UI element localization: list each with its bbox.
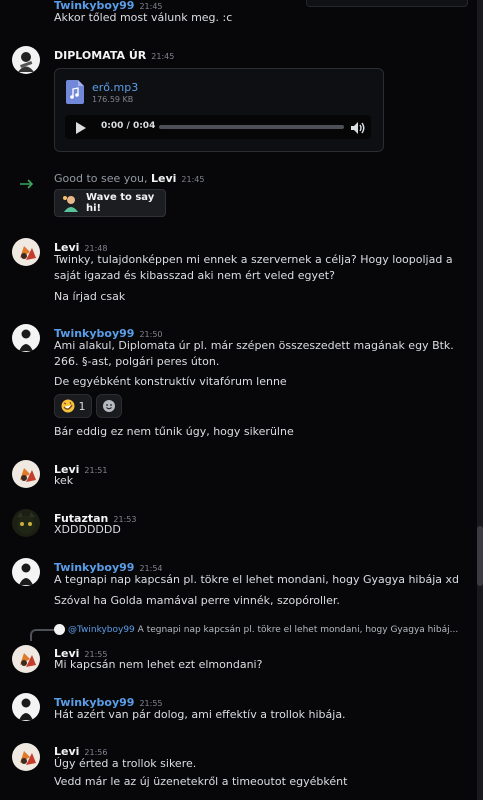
reaction-count: 1 (78, 399, 86, 413)
avatar[interactable] (12, 558, 40, 586)
audio-file-icon (66, 80, 84, 104)
reply-snippet: A tegnapi nap kapcsán pl. tökre el lehet… (137, 625, 459, 635)
system-text: Good to see you, (54, 172, 148, 185)
message-text: Bár eddig ez nem tűnik úgy, hogy sikerül… (54, 425, 294, 438)
attachment-filename[interactable]: erő.mp3 (92, 81, 138, 94)
audio-progress-track[interactable] (159, 125, 344, 129)
avatar[interactable] (12, 324, 40, 352)
wave-label: Wave to say hi! (86, 192, 155, 214)
reply-preview[interactable]: @Twinkyboy99 A tegnapi nap kapcsán pl. t… (54, 624, 474, 635)
system-message: Good to see you, Levi 21:45 (54, 172, 204, 185)
message-text: De egyébként konstruktív vitafórum lenne (54, 375, 287, 388)
message-text: A tegnapi nap kapcsán pl. tökre el lehet… (54, 573, 459, 586)
timestamp: 21:45 (151, 52, 175, 61)
add-reaction-button[interactable] (96, 394, 122, 418)
timestamp: 21:45 (181, 175, 205, 184)
message-text: Twinky, tulajdonképpen mi ennek a szerve… (54, 253, 453, 282)
timestamp: 21:51 (84, 466, 108, 475)
message-text: XDDDDDDD (54, 523, 121, 536)
wave-sticker-icon (61, 194, 81, 212)
rofl-emoji-icon (61, 399, 75, 413)
reply-user[interactable]: @Twinkyboy99 (68, 625, 135, 635)
attachment-size: 176.59 KB (92, 95, 134, 104)
partial-header-bar (306, 0, 468, 7)
reply-avatar (54, 624, 65, 635)
wave-button[interactable]: Wave to say hi! (54, 189, 166, 217)
message-text: Szóval ha Golda mamával perre vinnék, sz… (54, 594, 340, 607)
reply-connector (30, 629, 54, 641)
system-user[interactable]: Levi (151, 172, 176, 185)
message-text: Vedd már le az új üzenetekről a timeouto… (54, 775, 348, 788)
message-text: kek (54, 474, 74, 487)
avatar[interactable] (12, 645, 40, 673)
message-text: Úgy érted a trollok sikere. (54, 757, 197, 770)
avatar[interactable] (12, 743, 40, 771)
audio-attachment: erő.mp3 176.59 KB 0:00 / 0:04 (54, 68, 384, 152)
avatar[interactable] (12, 509, 40, 537)
audio-time: 0:00 / 0:04 (101, 121, 156, 131)
avatar[interactable] (12, 46, 40, 74)
message-text: Mi kapcsán nem lehet ezt elmondani? (54, 658, 263, 671)
message-text: Ami alakul, Diplomata úr pl. már szépen … (54, 339, 454, 368)
scrollbar-track[interactable] (477, 0, 483, 800)
reaction-rofl[interactable]: 1 (54, 394, 92, 418)
avatar[interactable] (12, 460, 40, 488)
volume-icon[interactable] (350, 120, 366, 134)
message-text: Na írjad csak (54, 290, 126, 303)
play-icon[interactable] (73, 120, 87, 134)
message-text: Akkor tőled most válunk meg. :c (54, 11, 233, 24)
avatar[interactable] (12, 238, 40, 266)
add-reaction-icon (102, 399, 116, 413)
message-text: Hát azért van pár dolog, ami effektív a … (54, 708, 346, 721)
scrollbar-thumb[interactable] (477, 526, 483, 586)
join-arrow-icon (20, 174, 34, 189)
avatar[interactable] (12, 693, 40, 721)
message-header: DIPLOMATA ÚR 21:45 (54, 44, 174, 63)
audio-player: 0:00 / 0:04 (65, 115, 371, 139)
author-name[interactable]: DIPLOMATA ÚR (54, 49, 146, 62)
